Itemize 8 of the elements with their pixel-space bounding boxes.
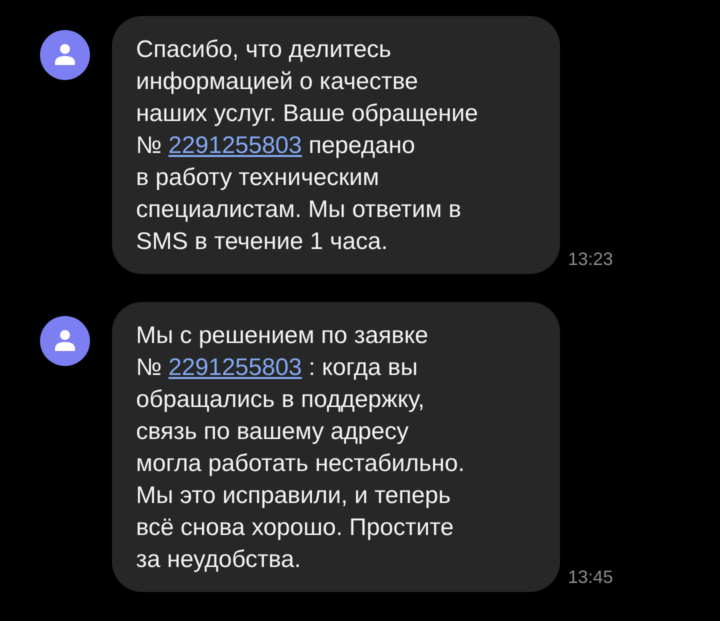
avatar-icon (40, 30, 90, 80)
message-time: 13:45 (568, 567, 614, 588)
ticket-link[interactable]: 2291255803 (168, 354, 302, 381)
message-text: Мы с решением по заявке № 2291255803 : когда вы обращались в поддержку, связь по вашему адресу могла работать нестабильно. Мы это исправили, и теперь всё снова хорошо. Простите за неудобства. (136, 321, 466, 575)
avatar-icon (40, 316, 90, 366)
message-time: 13:23 (568, 249, 614, 270)
message-text: Спасибо, что делитесь информацией о качестве наших услуг. Ваше обращение № 2291255803 передано в работу техническим специалистам. Мы ответим в SMS в течение 1 часа. (136, 35, 480, 257)
ticket-link[interactable]: 2291255803 (168, 132, 302, 159)
